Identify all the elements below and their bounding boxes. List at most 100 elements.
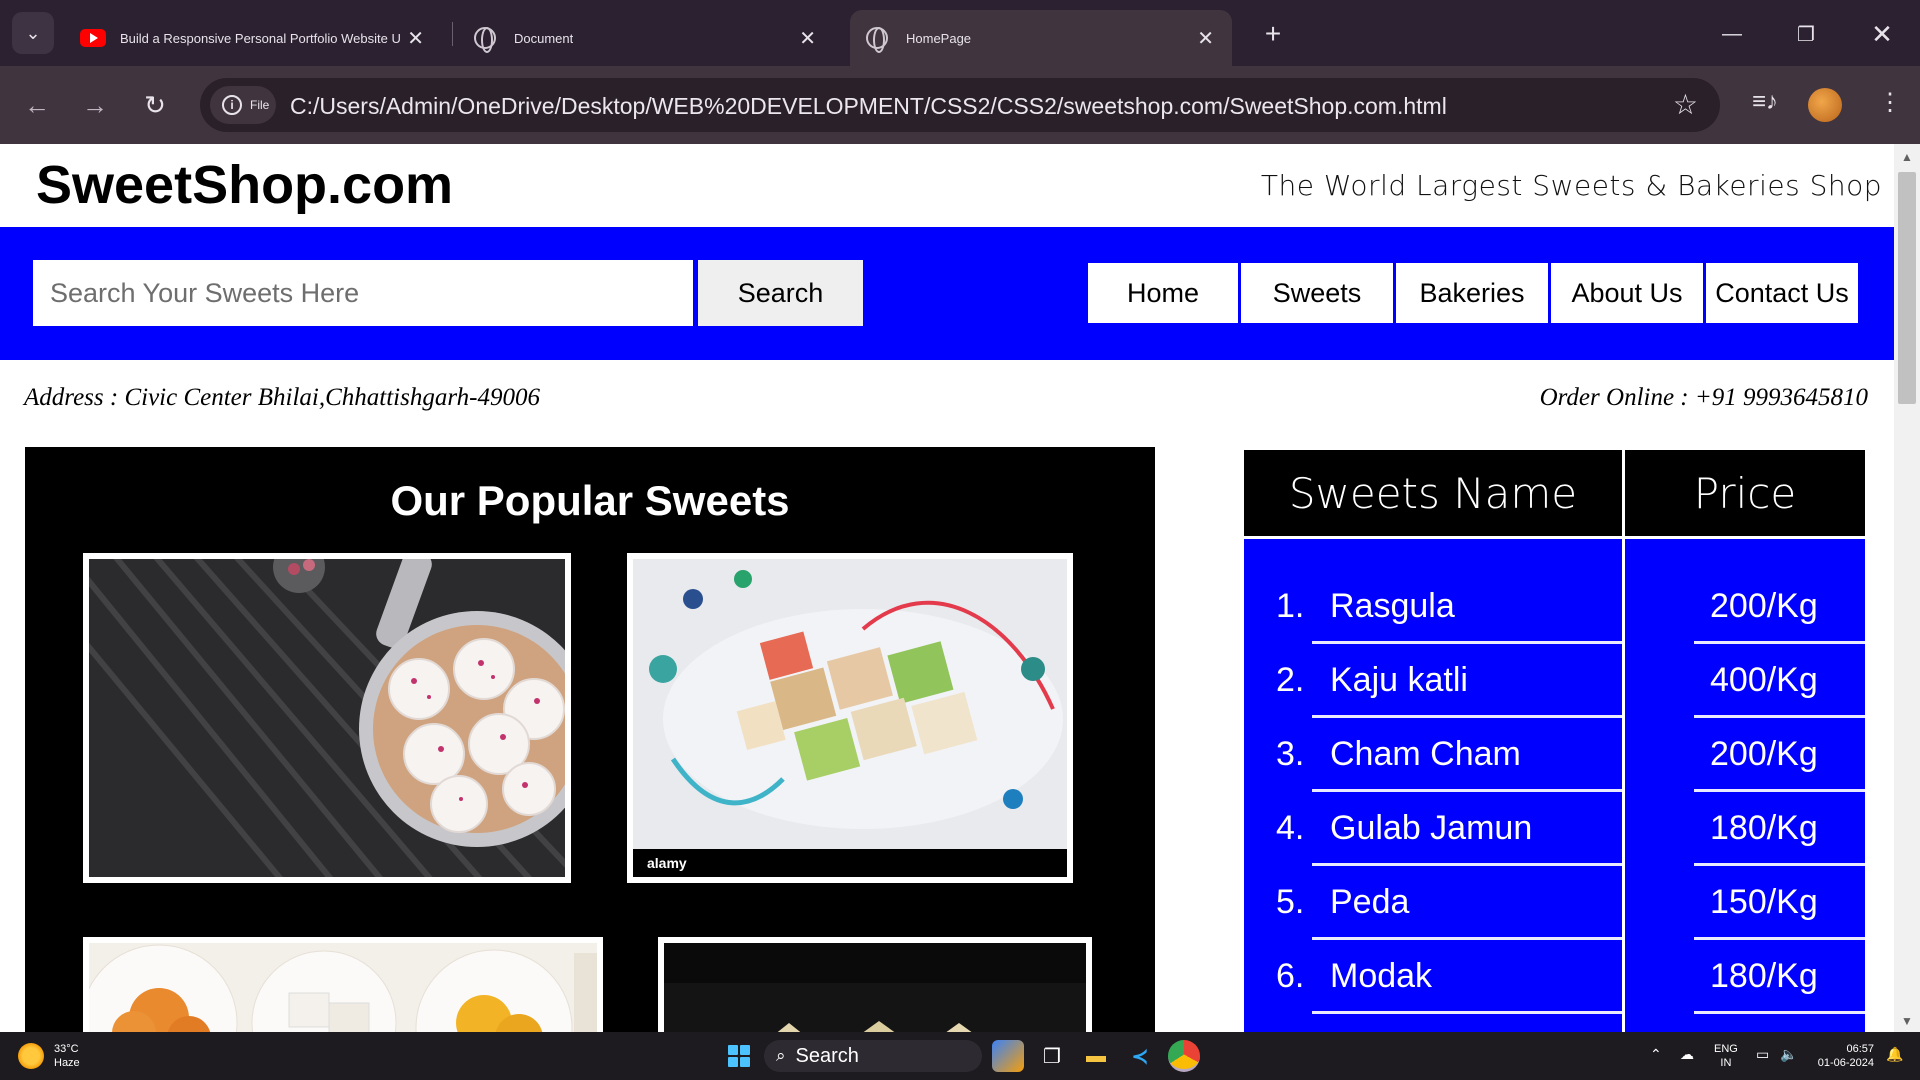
haze-sun-icon	[18, 1043, 44, 1069]
site-tagline: The World Largest Sweets & Bakeries Shop	[1260, 169, 1882, 202]
task-view-icon[interactable]: ❐	[1036, 1040, 1068, 1072]
info-icon: i	[222, 95, 242, 115]
main-nav: Home Sweets Bakeries About Us Contact Us	[1088, 263, 1861, 323]
system-clock[interactable]: 06:57 01-06-2024	[1814, 1042, 1874, 1070]
rasgulla-photo	[83, 553, 571, 883]
nav-home[interactable]: Home	[1088, 263, 1238, 323]
tab-title: Build a Responsive Personal Portfolio We…	[120, 30, 400, 46]
sweet-price: 180/Kg	[1710, 956, 1818, 995]
row-number: 6.	[1276, 956, 1305, 995]
site-chip-label: File	[250, 98, 270, 112]
sweet-price: 180/Kg	[1710, 808, 1818, 847]
table-row: 4. Gulab Jamun	[1276, 791, 1616, 865]
start-button-windows-icon[interactable]	[728, 1045, 750, 1067]
kaju-katli-image: alamy	[633, 559, 1067, 877]
file-explorer-icon[interactable]: ▬	[1080, 1040, 1112, 1072]
close-tab-icon[interactable]: ✕	[407, 26, 424, 51]
kaju-katli-photo: alamy	[627, 553, 1073, 883]
row-divider	[1312, 1011, 1622, 1014]
language-indicator[interactable]: ENG IN	[1714, 1042, 1738, 1070]
row-divider	[1694, 1011, 1865, 1014]
nav-about-us[interactable]: About Us	[1551, 263, 1703, 323]
sweet-price: 400/Kg	[1710, 660, 1818, 699]
sweet-name: Gulab Jamun	[1330, 808, 1533, 847]
restore-icon[interactable]: ❐	[1786, 14, 1826, 54]
chrome-icon[interactable]	[1168, 1040, 1200, 1072]
shop-address: Address : Civic Center Bhilai,Chhattishg…	[24, 384, 540, 411]
watermark-text: alamy	[647, 855, 687, 871]
forward-arrow-icon[interactable]: →	[76, 86, 114, 124]
windows-taskbar: 33°C Haze ⌕ Search ❐ ▬ ≺ ⌃ ☁ ENG IN ▭ 🔈 …	[0, 1032, 1920, 1080]
tab-youtube[interactable]: Build a Responsive Personal Portfolio We…	[64, 10, 442, 66]
rasgulla-image	[89, 559, 565, 877]
close-tab-icon[interactable]: ✕	[1197, 26, 1214, 51]
tab-search-button[interactable]: ⌄	[12, 12, 54, 54]
search-icon: ⌕	[776, 1046, 786, 1065]
vscode-icon[interactable]: ≺	[1124, 1040, 1156, 1072]
address-bar[interactable]: i File C:/Users/Admin/OneDrive/Desktop/W…	[200, 78, 1720, 132]
temperature: 33°C	[54, 1043, 79, 1055]
tray-overflow-chevron-icon[interactable]: ⌃	[1650, 1046, 1662, 1063]
scroll-thumb[interactable]	[1898, 172, 1916, 404]
sweet-name: Rasgula	[1330, 586, 1455, 625]
copilot-icon[interactable]	[992, 1040, 1024, 1072]
minimize-icon[interactable]: —	[1712, 14, 1752, 54]
close-window-icon[interactable]: ✕	[1862, 14, 1902, 54]
tab-document[interactable]: Document ✕	[462, 10, 834, 66]
search-button[interactable]: Search	[698, 260, 863, 326]
notification-bell-icon[interactable]: 🔔	[1886, 1046, 1903, 1063]
table-row: 1. Rasgula	[1276, 569, 1616, 643]
sweet-price: 150/Kg	[1710, 882, 1818, 921]
scroll-down-arrow-icon[interactable]: ▼	[1901, 1014, 1913, 1028]
weather-widget[interactable]: 33°C Haze	[18, 1042, 80, 1070]
youtube-icon	[80, 29, 106, 47]
volume-icon[interactable]: 🔈	[1780, 1046, 1797, 1063]
browser-tab-strip: ⌄ Build a Responsive Personal Portfolio …	[0, 0, 1920, 66]
reload-icon[interactable]: ↻	[136, 86, 174, 124]
nav-sweets[interactable]: Sweets	[1241, 263, 1393, 323]
sweet-name: Cham Cham	[1330, 734, 1521, 773]
network-icon[interactable]: ▭	[1756, 1046, 1769, 1063]
sweets-dark-photo	[658, 937, 1092, 1032]
sweets-platter-photo	[83, 937, 603, 1032]
nav-bakeries[interactable]: Bakeries	[1396, 263, 1548, 323]
profile-avatar[interactable]	[1808, 88, 1842, 122]
sweets-price-table: Sweets Name Price 1. Rasgula 200/Kg 2. K…	[1244, 450, 1865, 1032]
page-viewport: SweetShop.com The World Largest Sweets &…	[0, 144, 1894, 1032]
tab-homepage[interactable]: HomePage ✕	[850, 10, 1232, 66]
media-control-icon[interactable]: ≡♪	[1752, 88, 1778, 116]
page-scrollbar[interactable]: ▲ ▼	[1894, 144, 1920, 1032]
site-logo: SweetShop.com	[36, 155, 454, 215]
clock-time: 06:57	[1846, 1043, 1874, 1055]
nav-contact-us[interactable]: Contact Us	[1706, 263, 1858, 323]
tray-app-icon[interactable]: ☁	[1680, 1046, 1694, 1063]
globe-icon	[474, 27, 496, 53]
scroll-up-arrow-icon[interactable]: ▲	[1901, 150, 1913, 164]
table-header-price: Price	[1625, 450, 1865, 536]
table-row: 2. Kaju katli	[1276, 643, 1616, 717]
bookmark-star-icon[interactable]: ☆	[1673, 88, 1698, 121]
taskbar-search-label: Search	[795, 1044, 859, 1067]
language-code: ENG	[1714, 1043, 1738, 1055]
popular-sweets-section: Our Popular Sweets alamy	[25, 447, 1155, 1032]
new-tab-button[interactable]: +	[1255, 16, 1291, 52]
sweets-search-input[interactable]	[33, 260, 693, 326]
tab-title: Document	[514, 30, 574, 46]
row-number: 4.	[1276, 808, 1305, 847]
taskbar-search[interactable]: ⌕ Search	[764, 1040, 982, 1072]
row-number: 1.	[1276, 586, 1305, 625]
site-header: SweetShop.com The World Largest Sweets &…	[0, 144, 1894, 227]
site-info-chip[interactable]: i File	[210, 86, 276, 124]
sweet-name: Peda	[1330, 882, 1410, 921]
table-row: 3. Cham Cham	[1276, 717, 1616, 791]
search-nav-bar: Search Home Sweets Bakeries About Us Con…	[0, 227, 1894, 360]
table-row: 6. Modak	[1276, 939, 1616, 1013]
url-text[interactable]: C:/Users/Admin/OneDrive/Desktop/WEB%20DE…	[290, 93, 1447, 120]
sweet-name: Kaju katli	[1330, 660, 1468, 699]
close-tab-icon[interactable]: ✕	[799, 26, 816, 51]
back-arrow-icon[interactable]: ←	[18, 86, 56, 124]
region-code: IN	[1720, 1057, 1732, 1069]
tab-separator	[452, 22, 453, 46]
browser-toolbar: ← → ↻ i File C:/Users/Admin/OneDrive/Des…	[0, 66, 1920, 144]
menu-kebab-icon[interactable]: ⋮	[1878, 88, 1902, 117]
